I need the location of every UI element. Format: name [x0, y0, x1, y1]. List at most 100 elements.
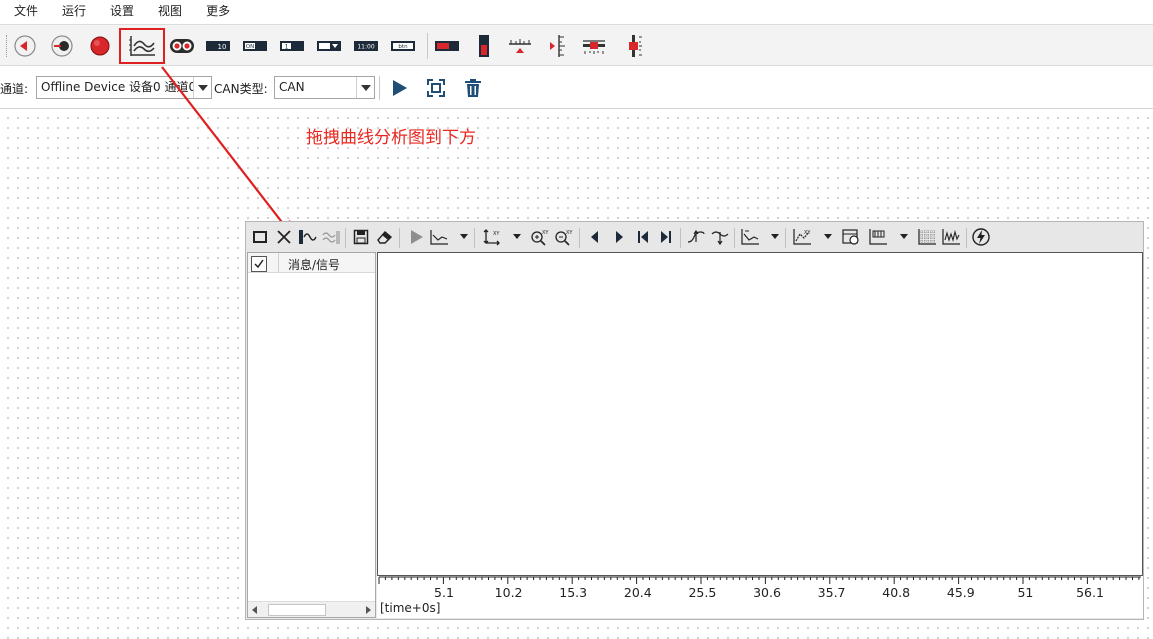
menu-run[interactable]: 运行 — [50, 0, 98, 22]
toolbar-separator — [734, 228, 735, 248]
triangle-left-icon — [591, 231, 598, 243]
toolbar-separator — [579, 228, 580, 248]
select-all-checkbox[interactable] — [251, 256, 267, 272]
scrollbar-thumb[interactable] — [268, 604, 326, 616]
menu-settings[interactable]: 设置 — [98, 0, 146, 22]
prev-cursor-button[interactable] — [584, 226, 606, 248]
svg-text:XY: XY — [566, 230, 573, 236]
zoom-out-button[interactable]: XY — [553, 226, 575, 248]
vertical-bar-icon — [479, 35, 489, 57]
button-widget-button[interactable]: btn — [388, 31, 418, 61]
start-button[interactable] — [386, 76, 412, 100]
peak-down-button[interactable] — [709, 226, 731, 248]
can-type-label: CAN类型: — [214, 82, 268, 96]
first-cursor-button[interactable] — [632, 226, 654, 248]
save-button[interactable] — [350, 226, 372, 248]
erase-button[interactable] — [374, 226, 396, 248]
grid-toggle-button[interactable] — [916, 226, 938, 248]
h-slider-button[interactable] — [579, 31, 609, 61]
refresh-chart-button[interactable] — [840, 226, 862, 248]
record-button[interactable] — [85, 31, 115, 61]
menu-more[interactable]: 更多 — [194, 0, 242, 22]
layout-button[interactable] — [867, 226, 889, 248]
horizontal-bar-button[interactable] — [432, 31, 462, 61]
menu-file[interactable]: 文件 — [0, 0, 50, 22]
v-ruler-button[interactable] — [542, 31, 572, 61]
v-slider-button[interactable] — [619, 31, 649, 61]
measure-button[interactable] — [739, 226, 761, 248]
switch-on-button[interactable]: ON — [240, 31, 270, 61]
tick-label: 35.7 — [817, 585, 846, 600]
xy-cursor-button[interactable]: XY — [791, 226, 813, 248]
fit-view-button[interactable] — [423, 76, 449, 100]
tick-label: 25.5 — [688, 585, 717, 600]
menu-view[interactable]: 视图 — [146, 0, 194, 22]
add-signal-button[interactable] — [296, 226, 318, 248]
h-ruler-button[interactable] — [505, 31, 535, 61]
channel-select[interactable]: Offline Device 设备0 通道0 — [36, 76, 212, 99]
zoom-out-icon: XY — [555, 230, 573, 246]
stop-button[interactable] — [249, 226, 271, 248]
layout-chart-icon — [869, 229, 887, 245]
fit-xy-button[interactable]: XY — [480, 226, 502, 248]
chevron-down-icon — [193, 77, 211, 98]
channel-bar: 通道: Offline Device 设备0 通道0 CAN类型: CAN — [0, 67, 1153, 109]
drag-hint-text: 拖拽曲线分析图到下方 — [306, 128, 476, 148]
signal-list[interactable]: 消息/信号 — [247, 252, 376, 618]
clear-button[interactable] — [460, 76, 486, 100]
waveform-icon — [942, 229, 960, 245]
prev-record-button[interactable] — [10, 31, 40, 61]
dropdown-widget-button[interactable] — [314, 31, 344, 61]
run-button[interactable] — [405, 226, 427, 248]
toolbar-separator — [345, 228, 346, 248]
tick-label: 20.4 — [623, 585, 652, 600]
vertical-bar-button[interactable] — [469, 31, 499, 61]
curve-analysis-icon — [129, 36, 155, 56]
toolbar-grip[interactable] — [6, 35, 8, 57]
next-cursor-button[interactable] — [608, 226, 630, 248]
peak-down-icon — [711, 231, 729, 246]
toolbar-separator — [474, 228, 475, 248]
chevron-down-icon[interactable] — [513, 234, 521, 239]
checkmark-icon — [254, 259, 264, 269]
svg-text:XY: XY — [493, 231, 500, 237]
skip-start-icon — [638, 231, 648, 243]
curve-mode-button[interactable] — [428, 226, 450, 248]
spin-box-button[interactable]: 1 — [277, 31, 307, 61]
v-slider-icon — [629, 35, 642, 57]
zoom-in-button[interactable]: XY — [529, 226, 551, 248]
remove-signal-button[interactable] — [320, 226, 342, 248]
column-divider — [278, 253, 279, 273]
dual-led-button[interactable] — [167, 31, 197, 61]
svg-text:10: 10 — [218, 43, 227, 51]
waveform-button[interactable] — [940, 226, 962, 248]
refresh-chart-icon — [842, 229, 859, 245]
scroll-left-icon[interactable] — [252, 606, 257, 614]
clock-widget-button[interactable]: 11:00 — [351, 31, 381, 61]
tick-label: 5.1 — [434, 585, 454, 600]
chevron-down-icon[interactable] — [771, 234, 779, 239]
record-stop-button[interactable] — [47, 31, 77, 61]
horizontal-scrollbar[interactable] — [248, 601, 375, 617]
measure-chart-icon — [741, 229, 759, 245]
tick-label: 45.9 — [946, 585, 975, 600]
chevron-down-icon[interactable] — [824, 234, 832, 239]
analysis-toolbar: XY XY XY XY — [246, 222, 1143, 252]
trigger-button[interactable] — [970, 226, 992, 248]
curve-analysis-button[interactable] — [119, 28, 165, 64]
close-button[interactable] — [273, 226, 295, 248]
peak-up-button[interactable] — [685, 226, 707, 248]
svg-text:XY: XY — [542, 230, 549, 236]
chevron-down-icon[interactable] — [460, 234, 468, 239]
svg-text:1: 1 — [285, 43, 289, 50]
toolbar-separator — [785, 228, 786, 248]
last-cursor-button[interactable] — [655, 226, 677, 248]
scroll-right-icon[interactable] — [366, 606, 371, 614]
fit-xy-icon: XY — [483, 229, 500, 246]
can-type-select[interactable]: CAN — [274, 76, 375, 99]
close-icon — [277, 230, 291, 244]
chevron-down-icon[interactable] — [900, 234, 908, 239]
numeric-display-button[interactable]: 10 — [203, 31, 233, 61]
play-icon — [411, 230, 423, 244]
plot-area[interactable] — [377, 252, 1143, 576]
